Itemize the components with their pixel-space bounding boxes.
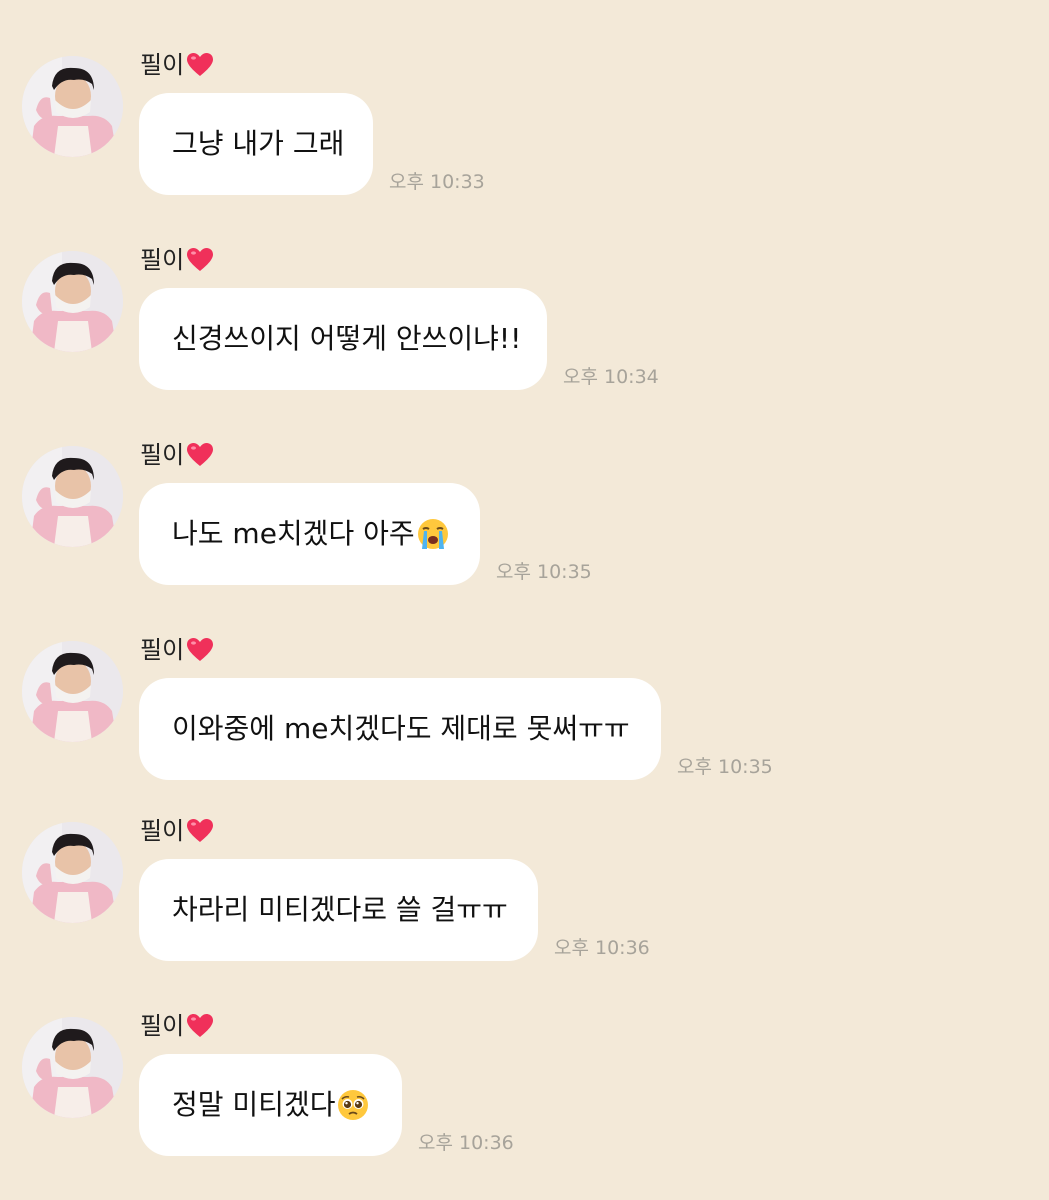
avatar[interactable]	[22, 1017, 123, 1118]
message-text: 그냥 내가 그래	[172, 127, 345, 160]
message-row: 필이 이와중에 me치겠다도 제대로 못써ㅠㅠ 오후 10:35	[0, 633, 1049, 803]
heart-icon	[186, 52, 214, 78]
timestamp: 오후 10:35	[496, 561, 592, 583]
loudly-crying-face-icon	[416, 517, 450, 551]
sender-name: 필이	[140, 51, 185, 79]
message-bubble[interactable]: 신경쓰이지 어떻게 안쓰이냐!!	[139, 288, 547, 390]
avatar[interactable]	[22, 446, 123, 547]
sender-name: 필이	[140, 636, 185, 664]
message-row: 필이 정말 미티겠다 오후 10:36	[0, 1009, 1049, 1179]
sender-label: 필이	[140, 438, 214, 472]
timestamp: 오후 10:34	[563, 366, 659, 388]
message-text: 정말 미티겠다	[172, 1088, 336, 1121]
avatar[interactable]	[22, 641, 123, 742]
heart-icon	[186, 442, 214, 468]
sender-label: 필이	[140, 814, 214, 848]
heart-icon	[186, 818, 214, 844]
message-text: 차라리 미티겠다로 쓸 걸ㅠㅠ	[172, 893, 508, 926]
sender-label: 필이	[140, 633, 214, 667]
sender-label: 필이	[140, 243, 214, 277]
message-bubble[interactable]: 차라리 미티겠다로 쓸 걸ㅠㅠ	[139, 859, 538, 961]
timestamp: 오후 10:33	[389, 171, 485, 193]
avatar[interactable]	[22, 251, 123, 352]
chat-thread: 필이 그냥 내가 그래 오후 10:33 필이 신경쓰이지 어떻게 안쓰이냐!!…	[0, 0, 1049, 1200]
heart-icon	[186, 247, 214, 273]
heart-icon	[186, 1013, 214, 1039]
timestamp: 오후 10:36	[554, 937, 650, 959]
message-text: 나도 me치겠다 아주	[172, 517, 415, 550]
timestamp: 오후 10:35	[677, 756, 773, 778]
sender-name: 필이	[140, 1012, 185, 1040]
message-bubble[interactable]: 그냥 내가 그래	[139, 93, 373, 195]
message-bubble[interactable]: 이와중에 me치겠다도 제대로 못써ㅠㅠ	[139, 678, 661, 780]
sender-label: 필이	[140, 48, 214, 82]
sender-name: 필이	[140, 441, 185, 469]
message-row: 필이 차라리 미티겠다로 쓸 걸ㅠㅠ 오후 10:36	[0, 814, 1049, 984]
message-row: 필이 그냥 내가 그래 오후 10:33	[0, 48, 1049, 218]
message-row: 필이 나도 me치겠다 아주 오후 10:35	[0, 438, 1049, 608]
heart-icon	[186, 637, 214, 663]
timestamp: 오후 10:36	[418, 1132, 514, 1154]
pleading-face-icon	[336, 1088, 370, 1122]
message-bubble[interactable]: 나도 me치겠다 아주	[139, 483, 480, 585]
sender-label: 필이	[140, 1009, 214, 1043]
avatar[interactable]	[22, 822, 123, 923]
message-row: 필이 신경쓰이지 어떻게 안쓰이냐!! 오후 10:34	[0, 243, 1049, 413]
sender-name: 필이	[140, 246, 185, 274]
avatar[interactable]	[22, 56, 123, 157]
message-text: 이와중에 me치겠다도 제대로 못써ㅠㅠ	[172, 712, 630, 745]
sender-name: 필이	[140, 817, 185, 845]
message-text: 신경쓰이지 어떻게 안쓰이냐!!	[172, 322, 522, 355]
message-bubble[interactable]: 정말 미티겠다	[139, 1054, 402, 1156]
